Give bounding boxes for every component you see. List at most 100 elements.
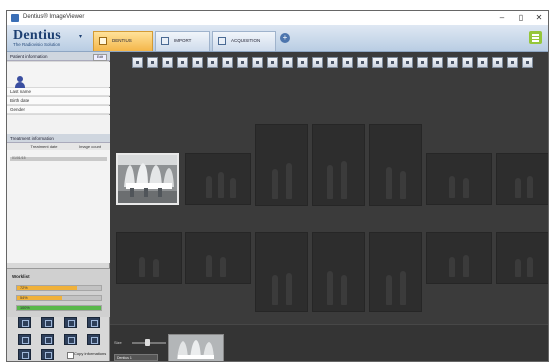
patient-notes <box>7 115 110 135</box>
copy-info-checkbox[interactable] <box>67 352 74 359</box>
flip-horizontal-icon[interactable] <box>162 57 173 68</box>
application-window: Dentius® ImageViewer – ▯ ✕ Dentius The R… <box>6 10 549 362</box>
window-minimize-icon[interactable]: – <box>493 12 511 24</box>
thumbnail-strip: Size Dentius 1 <box>110 324 548 361</box>
tab-label: Import <box>174 38 192 43</box>
add-tab-icon[interactable]: + <box>280 33 290 43</box>
tab-label: Acquisition <box>231 38 261 43</box>
image-slot-upper-center-2[interactable] <box>312 124 365 206</box>
image-slot-lower-right-1[interactable] <box>426 232 492 284</box>
patient-info-header: Patient information Edit <box>7 52 110 61</box>
tab-label: Dentius <box>112 38 132 43</box>
image-slot-upper-right-1[interactable] <box>426 153 492 205</box>
tab-acquisition[interactable]: Acquisition <box>212 31 276 51</box>
measure-icon[interactable] <box>342 57 353 68</box>
contrast-icon[interactable] <box>267 57 278 68</box>
delete-icon[interactable] <box>522 57 533 68</box>
annotate-icon[interactable] <box>372 57 383 68</box>
treatment-info-title: Treatment information <box>10 136 54 141</box>
density-icon[interactable] <box>447 57 458 68</box>
layout-7-icon[interactable] <box>64 334 77 345</box>
export-icon[interactable] <box>507 57 518 68</box>
rotate-right-icon[interactable] <box>147 57 158 68</box>
compare-icon[interactable] <box>462 57 473 68</box>
zoom-slider-handle[interactable] <box>145 339 150 346</box>
brightness-icon[interactable] <box>282 57 293 68</box>
copy-info-label: Copy informations <box>74 351 107 356</box>
export-icon[interactable] <box>41 349 54 360</box>
strip-xray-image <box>169 335 223 361</box>
arrow-icon[interactable] <box>387 57 398 68</box>
zoom-out-icon[interactable] <box>222 57 233 68</box>
print-icon[interactable] <box>492 57 503 68</box>
image-slot-lower-center-2[interactable] <box>312 232 365 312</box>
image-slot-upper-right-2[interactable] <box>496 153 548 205</box>
image-slot-lower-center-3[interactable] <box>369 232 422 312</box>
image-slot-upper-left-2[interactable] <box>185 153 251 205</box>
layout-6-icon[interactable] <box>41 334 54 345</box>
zoom-in-icon[interactable] <box>207 57 218 68</box>
layout-4-icon[interactable] <box>87 317 100 328</box>
app-logo[interactable]: Dentius The Radiovisio Solution ▾ <box>13 28 91 48</box>
image-slot-lower-left-2[interactable] <box>185 232 251 284</box>
worklist-progress-3: 100% <box>16 305 102 311</box>
window-title: Dentius® ImageViewer <box>23 14 85 20</box>
invert-icon[interactable] <box>312 57 323 68</box>
acquisition-icon <box>218 37 226 45</box>
rotate-left-icon[interactable] <box>132 57 143 68</box>
patient-card <box>7 62 110 89</box>
column-treatment-date[interactable]: Treatment date <box>25 143 63 150</box>
fit-window-icon[interactable] <box>237 57 248 68</box>
series-field[interactable]: Dentius 1 <box>114 354 158 361</box>
edit-patient-button[interactable]: Edit <box>93 54 107 61</box>
image-slot-lower-right-2[interactable] <box>496 232 548 284</box>
worklist-panel: Worklist 72% 54% 100% <box>7 268 110 317</box>
patient-info-title: Patient information <box>10 54 48 59</box>
menu-icon[interactable] <box>529 31 542 44</box>
calibrate-icon[interactable] <box>432 57 443 68</box>
sharpen-icon[interactable] <box>327 57 338 68</box>
patient-field-birth-date: Birth date <box>7 97 110 105</box>
magnify-icon[interactable] <box>252 57 263 68</box>
import-icon <box>161 37 169 45</box>
progress-value: 100% <box>20 306 30 310</box>
crop-icon[interactable] <box>192 57 203 68</box>
xray-thumbnail-selected[interactable] <box>116 153 179 205</box>
title-bar: Dentius® ImageViewer – ▯ ✕ <box>7 11 548 26</box>
print-icon[interactable] <box>18 349 31 360</box>
xray-image <box>118 155 177 203</box>
window-maximize-icon[interactable]: ▯ <box>512 12 530 24</box>
ribbon-bar: Dentius The Radiovisio Solution ▾ Dentiu… <box>7 25 548 52</box>
worklist-progress-1: 72% <box>16 285 102 291</box>
layout-1-icon[interactable] <box>18 317 31 328</box>
gamma-icon[interactable] <box>297 57 308 68</box>
left-panel: Patient information Edit Last name Birth… <box>7 52 110 361</box>
viewer-icon <box>99 37 107 45</box>
image-slot-upper-center-3[interactable] <box>369 124 422 206</box>
patient-field-gender: Gender <box>7 106 110 114</box>
image-slot-lower-left-1[interactable] <box>116 232 182 284</box>
tab-dentius[interactable]: Dentius <box>93 31 153 51</box>
tab-import[interactable]: Import <box>155 31 210 51</box>
ruler-icon[interactable] <box>417 57 428 68</box>
worklist-progress-2: 54% <box>16 295 102 301</box>
treatment-row[interactable]: 01/01/15 <box>10 156 107 161</box>
app-icon <box>11 14 19 22</box>
column-image-count[interactable]: Image count <box>73 143 107 150</box>
layout-3-icon[interactable] <box>64 317 77 328</box>
text-icon[interactable] <box>402 57 413 68</box>
worklist-title: Worklist <box>12 274 30 279</box>
image-slot-upper-center-1[interactable] <box>255 124 308 206</box>
angle-icon[interactable] <box>357 57 368 68</box>
layout-8-icon[interactable] <box>87 334 100 345</box>
treatment-row-date: 01/01/15 <box>12 156 26 160</box>
full-screen-icon[interactable] <box>477 57 488 68</box>
flip-vertical-icon[interactable] <box>177 57 188 68</box>
strip-xray-thumbnail[interactable] <box>168 334 224 361</box>
layout-2-icon[interactable] <box>41 317 54 328</box>
chevron-down-icon[interactable]: ▾ <box>79 33 82 40</box>
image-slot-lower-center-1[interactable] <box>255 232 308 312</box>
window-close-icon[interactable]: ✕ <box>530 12 548 24</box>
treatment-table: 01/01/15 <box>7 150 110 263</box>
layout-5-icon[interactable] <box>18 334 31 345</box>
